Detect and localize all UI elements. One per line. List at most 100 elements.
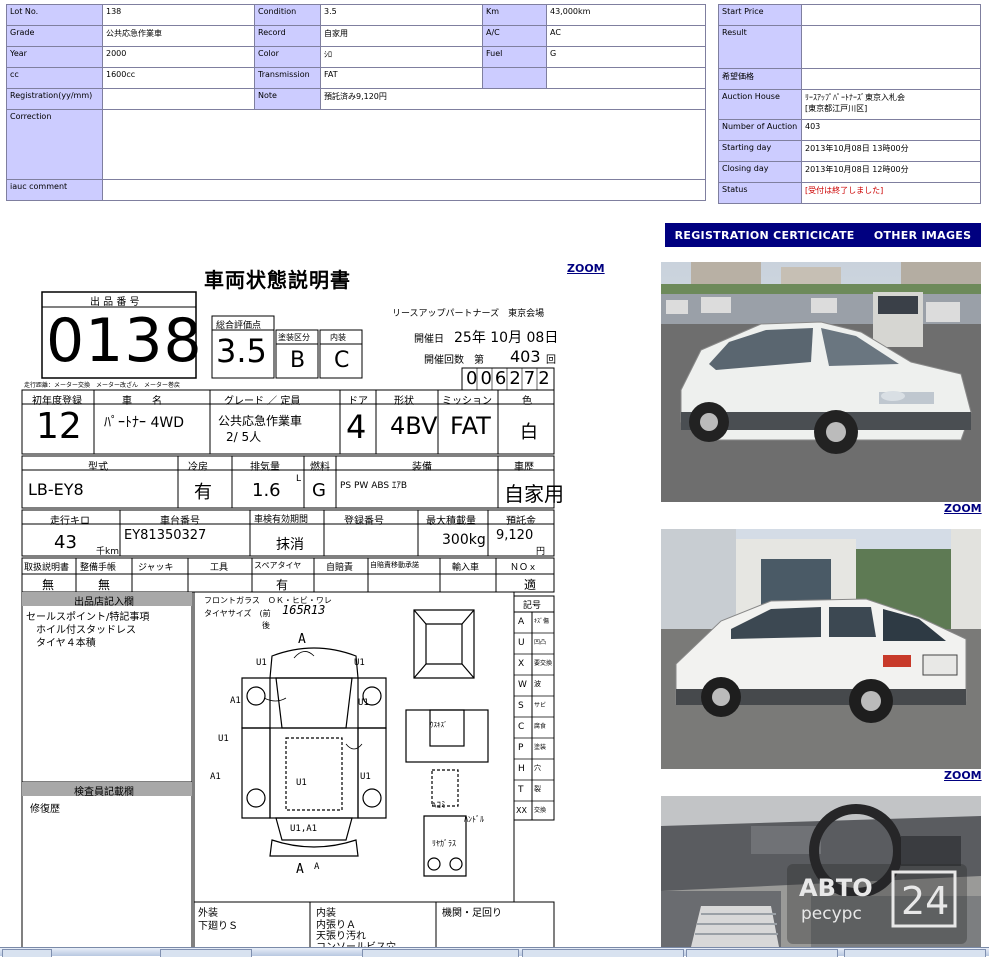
tab-other-images[interactable]: OTHER IMAGES [874,229,972,242]
sheet-note-line: 走行距離：メーター交換 メーター改ざん メーター巻戻 [24,382,181,389]
sheet-h-deposit: 預託金 [506,516,536,527]
sheet-count-suffix: 回 [546,355,556,366]
auction-info-table: Start Price Result 希望価格 Auction House ﾘｰ… [718,4,981,204]
sheet-h-fuel: 燃料 [310,462,330,473]
taskbar-item-5[interactable] [844,949,986,957]
iauc-label: iauc comment [6,179,103,201]
taskbar-item-1[interactable] [160,949,252,957]
taskbar-item-2[interactable] [362,949,519,957]
sheet-h-service: 整備手帳 [80,563,117,573]
sheet-h-door: ドア [348,396,368,407]
year-value: 2000 [102,46,255,68]
sheet-h-history: 車歴 [514,462,534,473]
legend-val-u: 凹凸 [534,639,547,646]
starting-day-value: 2013年10月08日 13時00分 [801,140,981,162]
sheet-service: 無 [98,578,111,592]
sheet-history: 自家用 [504,482,564,506]
car-photo-interior[interactable]: АВТО ресурс 24 [661,796,981,947]
legend-val-s: サビ [534,702,547,709]
sheet-seller-header: 出品店記入欄 [74,597,134,608]
number-of-auction-value: 403 [801,119,981,141]
legend-key-c: C [518,722,525,732]
sheet-h-recycle: 自賠責移動承諾 [370,561,419,569]
sheet-inspector-note: 修復歴 [30,804,60,815]
sheet-deposit: 9,120 [496,528,534,543]
closing-day-value: 2013年10月08日 12時00分 [801,161,981,183]
legend-key-h: H [518,764,525,774]
inspection-sheet[interactable]: 車両状態説明書 出 品 番 号 0138 総合評価点 3.5 塗装区分 B 内装… [14,258,564,953]
sheet-count-value: 403 [510,347,541,366]
sheet-h-inspect: 車検有効期間 [254,515,309,525]
sheet-h-jack: ジャッキ [138,563,174,573]
legend-val-x: 要交換 [534,660,553,667]
legend-val-c: 腐食 [534,723,547,730]
correction-value [102,109,706,180]
sheet-h-mission: ミッション [442,396,492,407]
condition-label: Condition [254,4,321,26]
image-tab-bar: REGISTRATION CERTICICATE OTHER IMAGES [665,223,981,247]
result-value [801,25,981,69]
diag-mark-9: U1 [360,772,371,782]
sheet-h-tools: 工具 [210,563,229,573]
sheet-paint-header: 塗装区分 [278,333,310,342]
legend-key-p: P [518,743,524,753]
auction-house-value: ﾘｰｽｱｯﾌﾟﾊﾟｰﾄﾅｰｽﾞ東京入札会 [東京都江戸川区] [801,89,981,120]
car-photo-front[interactable] [661,262,981,502]
sheet-spare: 有 [276,578,289,592]
result-label: Result [718,25,802,69]
legend-key-t: T [518,785,524,795]
sheet-h-car: 車 名 [122,396,162,407]
record-value: 自家用 [320,25,483,47]
watermark-line1: АВТО [799,874,873,902]
sheet-h-nox: ＮＯｘ [510,563,538,573]
taskbar-item-4[interactable] [686,949,838,957]
fuel-label: Fuel [482,46,547,68]
sheet-mission: FAT [450,412,491,440]
diag-mark-12: A [314,862,320,872]
zoom-link-photo-2[interactable]: ZOOM [944,769,982,782]
taskbar-item-3[interactable] [522,949,684,957]
sheet-h-color: 色 [522,396,532,407]
color-value: ｼﾛ [320,46,483,68]
cc-label: cc [6,67,103,89]
auction-house-label: Auction House [718,89,802,120]
diag-mark-14: ﾊﾝﾄﾞﾙ [464,815,484,824]
sheet-score: 3.5 [216,332,267,370]
tab-registration-certificate[interactable]: REGISTRATION CERTICICATE [675,229,855,242]
legend-val-t: 裂 [534,785,541,793]
sheet-h-insurance: 自賠責 [326,563,354,573]
sheet-diag-tire-value: 165R13 [282,603,326,617]
zoom-link-sheet[interactable]: ZOOM [567,262,605,275]
note-value: 預託済み9,120円 [320,88,706,110]
sheet-h-mileage: 走行キロ [50,516,90,527]
sheet-h-import: 輸入車 [452,563,480,573]
lot-no-value: 138 [102,4,255,26]
sheet-company: リースアップパートナーズ 東京会場 [392,309,545,319]
starting-day-label: Starting day [718,140,802,162]
status-label: Status [718,182,802,204]
sheet-fuel: G [312,480,326,501]
taskbar-start-button[interactable] [2,949,52,957]
year-label: Year [6,46,103,68]
sheet-h-shape: 形状 [394,396,414,407]
sheet-shape: 4BV [390,412,438,440]
sheet-color: 白 [520,422,538,443]
car-photo-rear[interactable] [661,529,981,769]
diag-mark-13: ﾍｺﾐ [432,801,446,811]
sheet-date-label: 開催日 [414,334,444,345]
sheet-legend-header: 記号 [523,601,542,611]
note-label: Note [254,88,321,110]
desired-price-value [801,68,981,90]
legend-key-u: U [518,638,525,648]
sheet-score-header: 総合評価点 [216,321,262,331]
km-label: Km [482,4,547,26]
diag-mark-1: A [298,632,306,647]
start-price-label: Start Price [718,4,802,26]
sheet-door: 4 [346,408,367,446]
legend-val-a: ｷｽﾞ傷 [534,618,550,625]
sheet-h-chassis: 車台番号 [160,516,200,527]
sheet-h-load: 最大積載量 [426,516,476,527]
iauc-value [102,179,706,201]
sheet-lot-number: 0138 [46,306,203,376]
zoom-link-photo-1[interactable]: ZOOM [944,502,982,515]
